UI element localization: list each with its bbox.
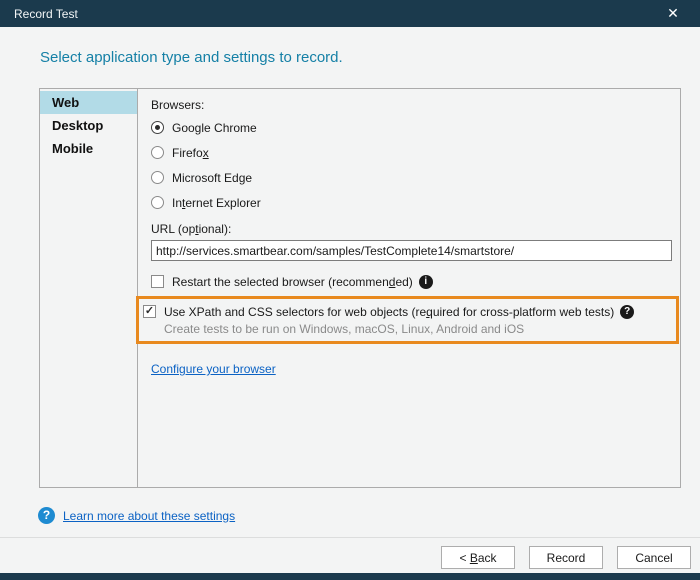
close-icon[interactable]: ✕ [658, 0, 688, 27]
button-label: Cancel [635, 550, 673, 565]
sidebar-item-desktop[interactable]: Desktop [40, 114, 137, 137]
radio-google-chrome[interactable] [151, 121, 164, 134]
radio-internet-explorer[interactable] [151, 196, 164, 209]
radio-label: Firefox [172, 145, 209, 160]
settings-panel: Web Desktop Mobile Browsers: Google Chro… [39, 88, 681, 488]
button-label: < Back [459, 550, 497, 565]
radio-row-firefox[interactable]: Firefox [151, 144, 672, 161]
sidebar-item-web[interactable]: Web [40, 91, 137, 114]
checkbox-label: Restart the selected browser (recommende… [172, 274, 413, 289]
xpath-selectors-checkbox[interactable] [143, 305, 156, 318]
radio-row-internet-explorer[interactable]: Internet Explorer [151, 194, 672, 211]
footer-divider [0, 537, 700, 538]
web-settings-content: Browsers: Google Chrome Firefox Microsof… [136, 89, 680, 487]
help-icon[interactable]: ? [620, 304, 635, 319]
radio-label: Internet Explorer [172, 195, 261, 210]
page-title: Select application type and settings to … [40, 49, 343, 66]
radio-microsoft-edge[interactable] [151, 171, 164, 184]
url-label: URL (optional): [151, 222, 232, 236]
window-title: Record Test [14, 6, 78, 21]
sidebar-item-label: Desktop [52, 118, 104, 133]
info-icon[interactable]: i [418, 274, 433, 289]
xpath-selectors-row[interactable]: Use XPath and CSS selectors for web obje… [143, 303, 676, 320]
highlight-box: Use XPath and CSS selectors for web obje… [136, 296, 679, 344]
configure-browser-link[interactable]: Configure your browser [151, 362, 276, 376]
xpath-subtext: Create tests to be run on Windows, macOS… [164, 322, 525, 336]
radio-row-microsoft-edge[interactable]: Microsoft Edge [151, 169, 672, 186]
record-test-dialog: Record Test ✕ Select application type an… [0, 0, 700, 580]
app-type-sidebar: Web Desktop Mobile [40, 89, 138, 487]
question-icon[interactable]: ? [38, 507, 55, 524]
browsers-label: Browsers: [151, 98, 205, 112]
radio-firefox[interactable] [151, 146, 164, 159]
sidebar-item-label: Web [52, 95, 80, 110]
sidebar-item-label: Mobile [52, 141, 94, 156]
record-button[interactable]: Record [529, 546, 603, 569]
url-input[interactable] [151, 240, 672, 261]
learn-more-row: ? Learn more about these settings [38, 507, 235, 524]
restart-browser-row[interactable]: Restart the selected browser (recommende… [151, 273, 672, 290]
radio-row-google-chrome[interactable]: Google Chrome [151, 119, 672, 136]
title-bar: Record Test ✕ [0, 0, 700, 27]
radio-label: Google Chrome [172, 120, 257, 135]
window-bottom-edge [0, 573, 700, 580]
back-button[interactable]: < Back [441, 546, 515, 569]
button-label: Record [546, 550, 586, 565]
learn-more-link[interactable]: Learn more about these settings [63, 509, 235, 523]
sidebar-item-mobile[interactable]: Mobile [40, 137, 137, 160]
checkbox-label: Use XPath and CSS selectors for web obje… [164, 304, 615, 319]
dialog-buttons: < Back Record Cancel [441, 546, 691, 569]
restart-browser-checkbox[interactable] [151, 275, 164, 288]
cancel-button[interactable]: Cancel [617, 546, 691, 569]
radio-label: Microsoft Edge [172, 170, 253, 185]
